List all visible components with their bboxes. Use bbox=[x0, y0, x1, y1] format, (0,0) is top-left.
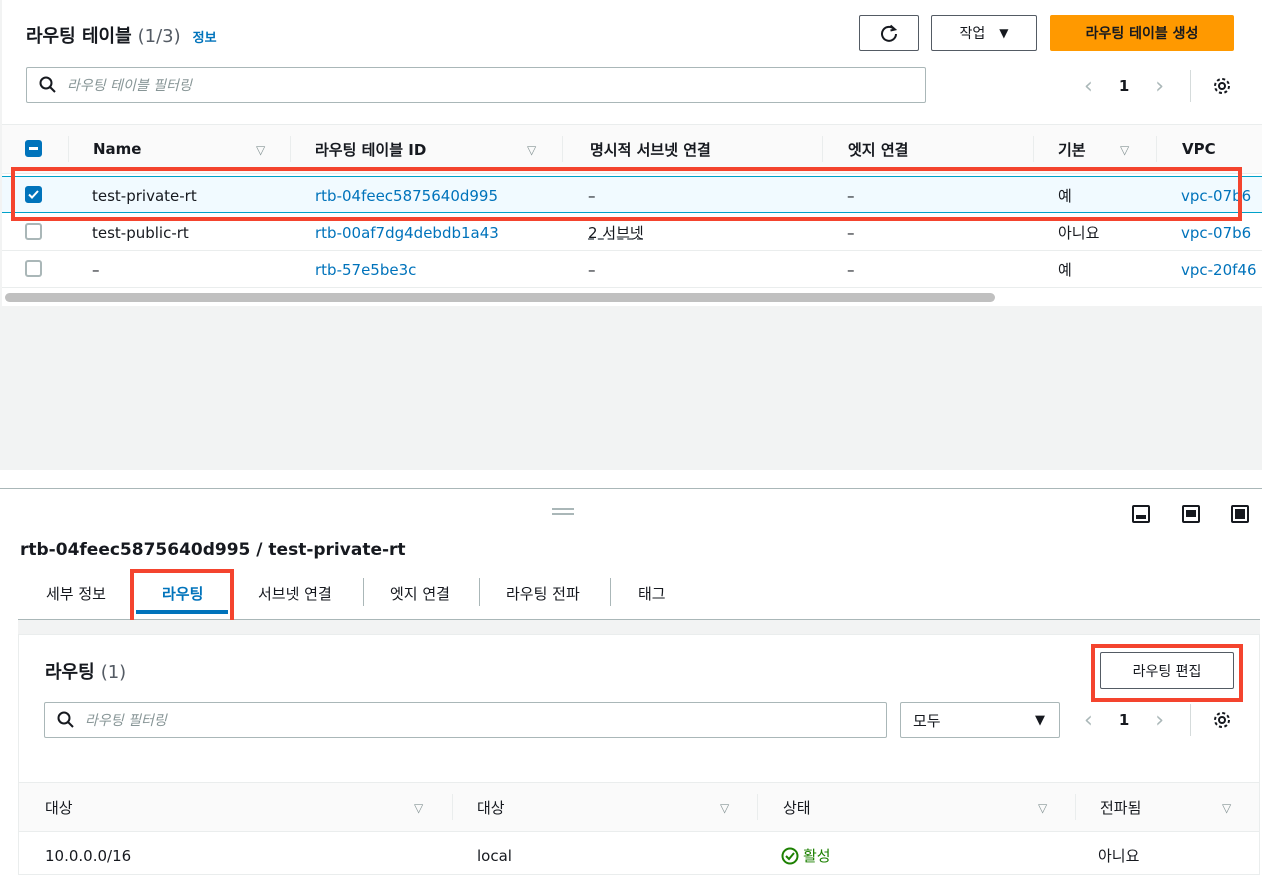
route-table-search-input[interactable]: 라우팅 테이블 필터링 bbox=[26, 67, 926, 103]
panel-gap bbox=[18, 620, 1260, 634]
routes-table-header bbox=[19, 782, 1259, 832]
route-destination: 10.0.0.0/16 bbox=[45, 846, 132, 865]
col-divider bbox=[757, 794, 758, 820]
col-header-target[interactable]: 대상 bbox=[477, 782, 505, 832]
route-target: local bbox=[477, 846, 512, 865]
tab-tags[interactable]: 태그 bbox=[638, 578, 666, 608]
sort-icon[interactable]: ▽ bbox=[1038, 801, 1047, 815]
search-icon bbox=[39, 76, 56, 93]
actions-button[interactable]: 작업 ▼ bbox=[931, 15, 1037, 51]
highlight-routes-tab bbox=[130, 569, 234, 626]
refresh-icon bbox=[881, 24, 898, 42]
resize-handle-bottom[interactable] bbox=[552, 513, 574, 515]
refresh-button[interactable] bbox=[859, 15, 919, 51]
actions-label: 작업 bbox=[959, 26, 986, 42]
resize-handle-top[interactable] bbox=[552, 508, 574, 510]
col-header-destination[interactable]: 대상 bbox=[45, 782, 73, 832]
create-route-table-button[interactable]: 라우팅 테이블 생성 bbox=[1050, 15, 1234, 51]
row-checkbox[interactable] bbox=[25, 260, 42, 277]
col-divider bbox=[1033, 136, 1034, 162]
tab-subnet-associations[interactable]: 서브넷 연결 bbox=[258, 578, 332, 608]
row-checkbox[interactable] bbox=[25, 223, 42, 240]
prev-page-icon[interactable]: ‹ bbox=[1084, 708, 1093, 733]
route-status: 활성 bbox=[781, 837, 831, 874]
routes-count: (1) bbox=[100, 662, 127, 683]
caret-down-icon: ▼ bbox=[1035, 712, 1045, 728]
search-placeholder: 라우팅 필터링 bbox=[85, 713, 167, 729]
route-filter-select[interactable]: 모두 ▼ bbox=[900, 702, 1060, 738]
settings-gear-icon[interactable] bbox=[1211, 709, 1233, 731]
route-search-input[interactable]: 라우팅 필터링 bbox=[44, 702, 887, 738]
pagination: ‹ 1 › bbox=[1084, 72, 1164, 100]
page-title: 라우팅 테이블 bbox=[26, 26, 132, 47]
row-edge: – bbox=[847, 260, 855, 279]
col-divider bbox=[1075, 794, 1076, 820]
row-vpc-link[interactable]: vpc-20f46 bbox=[1181, 251, 1262, 288]
pager-divider bbox=[1190, 70, 1191, 102]
routes-header: 라우팅 (1) bbox=[45, 658, 126, 684]
split-full-icon[interactable] bbox=[1231, 505, 1249, 523]
col-divider bbox=[562, 136, 563, 162]
prev-page-icon[interactable]: ‹ bbox=[1084, 74, 1093, 99]
tab-divider bbox=[363, 578, 364, 606]
search-icon bbox=[57, 711, 74, 728]
row-subnet: – bbox=[588, 260, 596, 279]
sort-icon[interactable]: ▽ bbox=[414, 801, 423, 815]
page-number[interactable]: 1 bbox=[1119, 711, 1129, 729]
col-divider bbox=[822, 136, 823, 162]
row-name: – bbox=[92, 260, 100, 279]
route-propagated: 아니요 bbox=[1098, 847, 1140, 865]
settings-gear-icon[interactable] bbox=[1211, 75, 1233, 97]
tab-route-propagation[interactable]: 라우팅 전파 bbox=[506, 578, 580, 608]
split-bottom-icon[interactable] bbox=[1132, 505, 1150, 523]
horizontal-scrollbar[interactable] bbox=[5, 293, 995, 302]
col-header-status[interactable]: 상태 bbox=[783, 782, 811, 832]
routes-pagination: ‹ 1 › bbox=[1084, 706, 1164, 734]
tab-details[interactable]: 세부 정보 bbox=[46, 578, 106, 608]
sort-icon[interactable]: ▽ bbox=[1120, 143, 1129, 157]
row-route-table-id-link[interactable]: rtb-57e5be3c bbox=[315, 251, 416, 288]
sort-icon[interactable]: ▽ bbox=[527, 143, 536, 157]
table-row: 10.0.0.0/16 local 활성 아니요 bbox=[19, 837, 1259, 874]
pager-divider bbox=[1190, 704, 1191, 736]
row-main: 예 bbox=[1058, 261, 1072, 279]
col-divider bbox=[452, 794, 453, 820]
tab-divider bbox=[479, 578, 480, 606]
sort-icon[interactable]: ▽ bbox=[256, 143, 265, 157]
split-side-icon[interactable] bbox=[1182, 505, 1200, 523]
page-number[interactable]: 1 bbox=[1119, 77, 1129, 95]
next-page-icon[interactable]: › bbox=[1155, 708, 1164, 733]
col-divider bbox=[290, 136, 291, 162]
select-all-checkbox[interactable] bbox=[25, 140, 42, 157]
table-row[interactable]: – rtb-57e5be3c – – 예 vpc-20f46 bbox=[2, 251, 1262, 288]
info-link[interactable]: 정보 bbox=[193, 27, 217, 46]
tab-divider bbox=[610, 578, 611, 606]
route-filter-value: 모두 bbox=[913, 711, 941, 730]
route-status-label: 활성 bbox=[803, 847, 831, 865]
sort-icon[interactable]: ▽ bbox=[720, 801, 729, 815]
status-check-icon bbox=[781, 847, 799, 864]
caret-down-icon: ▼ bbox=[999, 26, 1009, 40]
next-page-icon[interactable]: › bbox=[1155, 74, 1164, 99]
create-route-table-label: 라우팅 테이블 생성 bbox=[1085, 26, 1199, 42]
highlight-edit-routes bbox=[1091, 644, 1243, 702]
highlight-selected-row bbox=[11, 167, 1242, 221]
col-divider bbox=[68, 136, 69, 162]
sort-icon[interactable]: ▽ bbox=[1222, 801, 1231, 815]
routes-title: 라우팅 bbox=[45, 662, 95, 683]
page-header: 라우팅 테이블 (1/3) 정보 bbox=[26, 22, 217, 48]
tab-edge-associations[interactable]: 엣지 연결 bbox=[390, 578, 450, 608]
col-header-propagated[interactable]: 전파됨 bbox=[1100, 782, 1141, 832]
search-placeholder: 라우팅 테이블 필터링 bbox=[67, 78, 192, 94]
detail-title: rtb-04feec5875640d995 / test-private-rt bbox=[20, 540, 406, 560]
col-divider bbox=[1156, 136, 1157, 162]
selection-count: (1/3) bbox=[137, 26, 181, 47]
